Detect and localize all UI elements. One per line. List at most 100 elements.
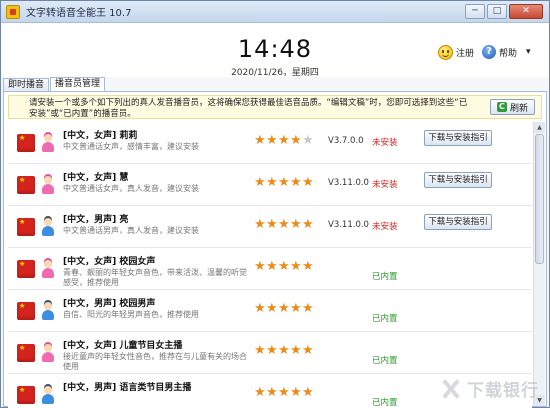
star-icon: ★ — [254, 301, 266, 316]
rating-stars: ★ ★ ★ ★ ★ — [254, 175, 314, 190]
close-button[interactable]: ✕ — [509, 4, 543, 19]
tab-bar: 即时播音 播音员管理 — [3, 77, 106, 92]
voice-version: V3.7.0.0 — [328, 136, 364, 146]
refresh-icon: C — [496, 102, 507, 112]
female-avatar-icon — [41, 260, 55, 278]
register-button[interactable]: 注册 — [438, 45, 474, 60]
avatar-head — [44, 218, 52, 226]
install-status: 未安装 — [372, 222, 398, 232]
voice-row[interactable]: [中文，女声] 校园女声青春、靓丽的年轻女声音色，带来活泼、温馨的听觉感受，推荐… — [8, 248, 532, 290]
voice-description: 青春、靓丽的年轻女声音色，带来活泼、温馨的听觉感受，推荐使用 — [63, 268, 247, 287]
refresh-button[interactable]: C 刷新 — [490, 99, 535, 115]
scroll-thumb[interactable] — [535, 134, 544, 264]
refresh-label: 刷新 — [509, 103, 528, 114]
star-icon: ★ — [266, 343, 278, 358]
voice-name: [中文，女声] 慧 — [63, 173, 129, 183]
voice-name: [中文，女声] 儿童节目女主播 — [63, 341, 183, 351]
avatar-head — [44, 134, 52, 142]
title-bar: 文字转语音全能王 10.7 ─ □ ✕ — [1, 1, 549, 23]
smiley-icon — [438, 45, 453, 60]
chevron-down-icon: ▾ — [526, 47, 531, 57]
star-icon: ★ — [266, 301, 278, 316]
star-icon: ★ — [278, 385, 290, 400]
voice-row[interactable]: [中文，男声] 亮中文普通话男声，真人发音，建议安装★★★★★V3.11.0.0… — [8, 206, 532, 248]
download-install-guide-button[interactable]: 下载与安装指引 — [424, 130, 492, 146]
china-flag-icon — [17, 260, 35, 278]
main-window: 文字转语音全能王 10.7 ─ □ ✕ 14:48 2020/11/26，星期四… — [0, 0, 550, 408]
female-avatar-icon — [41, 344, 55, 362]
star-icon: ★ — [290, 217, 302, 232]
star-icon: ★ — [302, 217, 314, 232]
maximize-button[interactable]: □ — [487, 4, 507, 19]
voice-row[interactable]: [中文，女声] 儿童节目女主播接近童声的年轻女性音色，推荐在与儿童有关的场合使用… — [8, 332, 532, 374]
voice-row[interactable]: [中文，女声] 慧中文普通话女声，真人发音，建议安装 ★★★★★ V3.11.0.0… — [8, 164, 532, 206]
china-flag-icon — [17, 386, 35, 404]
voice-version: V3.11.0.0 — [328, 178, 369, 188]
star-icon: ★ — [302, 301, 314, 316]
watermark-text: 下载银行 — [467, 381, 539, 401]
star-icon: ★ — [302, 175, 314, 190]
avatar-head — [44, 176, 52, 184]
minimize-button[interactable]: ─ — [465, 4, 485, 19]
female-avatar-icon — [41, 176, 55, 194]
download-install-guide-button[interactable]: 下载与安装指引 — [424, 172, 492, 188]
voice-description: 中文普通话女声，感情丰富，建议安装 — [63, 142, 199, 151]
avatar-head — [44, 386, 52, 394]
rating-stars: ★ ★ ★ ★ ★ — [254, 217, 314, 232]
voice-description: 自信、阳光的年轻男声音色，推荐使用 — [63, 310, 199, 319]
watermark-logo-icon — [438, 378, 464, 400]
voice-row[interactable]: [中文，女声] 莉莉中文普通话女声，感情丰富，建议安装★★★★★V3.7.0.0… — [8, 122, 532, 164]
avatar-head — [44, 302, 52, 310]
avatar-body — [42, 310, 54, 320]
window-title: 文字转语音全能王 10.7 — [26, 8, 132, 19]
star-icon: ★ — [302, 385, 314, 400]
avatar-body — [42, 226, 54, 236]
help-label: 帮助 — [499, 48, 518, 59]
announcer-panel: 请安装一个或多个如下列出的真人发音播音员，这将确保您获得最佳语音品质。“编辑文稿… — [3, 91, 547, 408]
star-icon: ★ — [290, 385, 302, 400]
star-icon: ★ — [278, 259, 290, 274]
star-icon: ★ — [290, 343, 302, 358]
download-install-guide-button[interactable]: 下载与安装指引 — [424, 214, 492, 230]
star-icon: ★ — [290, 175, 302, 190]
avatar-body — [42, 352, 54, 362]
help-button[interactable]: ? 帮助 ▾ — [482, 45, 531, 59]
window-controls: ─ □ ✕ — [465, 4, 543, 19]
tab-announcer-management[interactable]: 播音员管理 — [50, 77, 106, 92]
voice-description: 接近童声的年轻女性音色，推荐在与儿童有关的场合使用 — [63, 352, 247, 371]
star-icon: ★ — [278, 133, 290, 148]
scroll-up-icon[interactable]: ▲ — [534, 122, 545, 133]
china-flag-icon — [17, 344, 35, 362]
install-status: 已内置 — [372, 398, 398, 408]
tab-instant-broadcast[interactable]: 即时播音 — [3, 78, 50, 92]
register-label: 注册 — [456, 49, 475, 59]
china-flag-icon — [17, 302, 35, 320]
avatar-head — [44, 344, 52, 352]
star-icon: ★ — [266, 133, 278, 148]
install-status: 未安装 — [372, 138, 398, 148]
star-icon: ★ — [254, 133, 266, 148]
star-icon: ★ — [302, 259, 314, 274]
rating-stars: ★ ★ ★ ★ ★ — [254, 385, 314, 400]
voice-description: 中文普通话女声，真人发音，建议安装 — [63, 184, 199, 193]
star-icon: ★ — [266, 175, 278, 190]
app-logo-icon — [6, 4, 20, 19]
voice-name: [中文，女声] 校园女声 — [63, 257, 156, 267]
star-icon: ★ — [302, 133, 314, 148]
male-avatar-icon — [41, 218, 55, 236]
notice-bar: 请安装一个或多个如下列出的真人发音播音员，这将确保您获得最佳语音品质。“编辑文稿… — [8, 95, 542, 119]
star-icon: ★ — [278, 301, 290, 316]
star-icon: ★ — [278, 217, 290, 232]
star-icon: ★ — [254, 385, 266, 400]
voice-name: [中文，男声] 语言类节目男主播 — [63, 383, 192, 393]
female-avatar-icon — [41, 134, 55, 152]
male-avatar-icon — [41, 386, 55, 404]
install-status: 已内置 — [372, 314, 398, 324]
star-icon: ★ — [290, 133, 302, 148]
avatar-body — [42, 394, 54, 404]
china-flag-icon — [17, 176, 35, 194]
voice-row[interactable]: [中文，男声] 校园男声自信、阳光的年轻男声音色，推荐使用★★★★★已内置 — [8, 290, 532, 332]
star-icon: ★ — [290, 301, 302, 316]
vertical-scrollbar[interactable]: ▲ ▼ — [533, 122, 545, 406]
help-icon: ? — [482, 45, 496, 59]
